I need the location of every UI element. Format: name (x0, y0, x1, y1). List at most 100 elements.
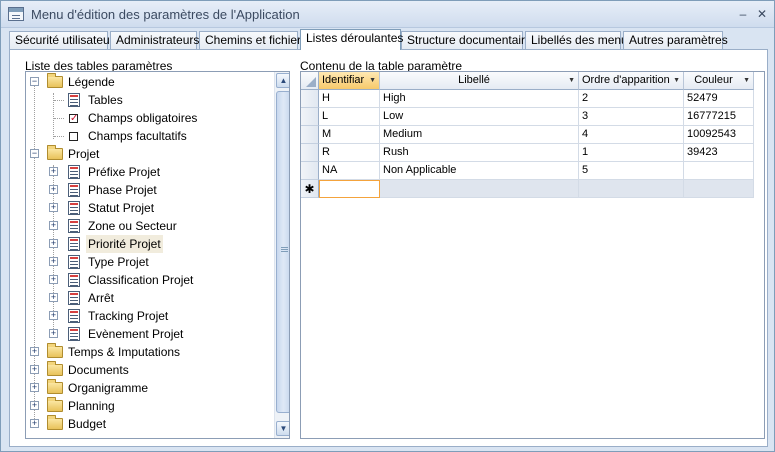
tree-node-documents[interactable]: + Documents (26, 361, 273, 379)
tree-node-organigramme[interactable]: + Organigramme (26, 379, 273, 397)
tree-node-temps-imputations[interactable]: + Temps & Imputations (26, 343, 273, 361)
scroll-thumb[interactable] (276, 91, 289, 413)
tree-node-phase-projet[interactable]: + Phase Projet (26, 181, 273, 199)
parameter-tables-tree[interactable]: − Légende Tables ✓ Champs obligatoires C… (25, 71, 290, 439)
tree-content: − Légende Tables ✓ Champs obligatoires C… (26, 72, 273, 438)
cell-identifiant[interactable]: M (319, 126, 380, 144)
cell-libelle[interactable]: Non Applicable (380, 162, 579, 180)
cell-ordre[interactable]: 3 (579, 108, 684, 126)
dropdown-arrow-icon[interactable]: ▼ (743, 72, 750, 89)
tree-node-champs-facultatifs[interactable]: Champs facultatifs (26, 127, 273, 145)
tree-node-legende[interactable]: − Légende (26, 73, 273, 91)
tab-libelles-des-menus[interactable]: Libellés des menus (525, 31, 634, 50)
tree-node-planning[interactable]: + Planning (26, 397, 273, 415)
tab-autres-parametres[interactable]: Autres paramètres (623, 31, 728, 50)
new-cell-identifiant[interactable] (319, 180, 380, 198)
row-selector[interactable] (301, 108, 319, 126)
column-header-ordre[interactable]: Ordre d'apparition ▼ (579, 72, 684, 90)
tab-chemins-et-fichiers[interactable]: Chemins et fichiers (199, 31, 307, 50)
cell-identifiant[interactable]: H (319, 90, 380, 108)
expand-toggle[interactable]: + (30, 347, 39, 356)
tree-node-evenement-projet[interactable]: + Evènement Projet (26, 325, 273, 343)
cell-ordre[interactable]: 4 (579, 126, 684, 144)
expand-toggle[interactable]: + (49, 275, 58, 284)
expand-toggle[interactable]: + (49, 203, 58, 212)
tree-node-budget[interactable]: + Budget (26, 415, 273, 433)
cell-couleur[interactable]: 39423 (684, 144, 754, 162)
column-header-libelle[interactable]: Libellé ▼ (380, 72, 579, 90)
expand-toggle[interactable]: + (30, 419, 39, 428)
tree-node-zone-ou-secteur[interactable]: + Zone ou Secteur (26, 217, 273, 235)
cell-libelle[interactable]: High (380, 90, 579, 108)
tree-node-prefixe-projet[interactable]: + Préfixe Projet (26, 163, 273, 181)
minimize-button[interactable]: – (734, 6, 752, 22)
row-selector[interactable] (301, 126, 319, 144)
scroll-up-button[interactable]: ▲ (276, 73, 289, 88)
close-button[interactable]: ✕ (753, 6, 771, 22)
dropdown-arrow-icon[interactable]: ▼ (369, 72, 376, 89)
app-form-icon (8, 7, 24, 21)
tree-node-champs-obligatoires[interactable]: ✓ Champs obligatoires (26, 109, 273, 127)
table-icon (68, 201, 80, 215)
parameter-datasheet[interactable]: Identifiar ▼ Libellé ▼ Ordre d'apparitio… (300, 71, 765, 439)
new-cell-couleur[interactable] (684, 180, 754, 198)
cell-libelle[interactable]: Low (380, 108, 579, 126)
new-record-marker[interactable]: ✱ (301, 180, 319, 198)
tree-node-priorite-projet[interactable]: + Priorité Projet (26, 235, 273, 253)
tab-panel-listes-deroulantes: Liste des tables paramètres Contenu de l… (9, 49, 768, 447)
expand-toggle[interactable]: + (49, 311, 58, 320)
expand-toggle[interactable]: + (49, 185, 58, 194)
dropdown-arrow-icon[interactable]: ▼ (673, 72, 680, 89)
expand-toggle[interactable]: + (49, 329, 58, 338)
new-cell-ordre[interactable] (579, 180, 684, 198)
column-header-couleur[interactable]: Couleur ▼ (684, 72, 754, 90)
cell-ordre[interactable]: 5 (579, 162, 684, 180)
cell-couleur[interactable]: 52479 (684, 90, 754, 108)
cell-couleur[interactable]: 10092543 (684, 126, 754, 144)
row-selector[interactable] (301, 90, 319, 108)
tree-node-arret[interactable]: + Arrêt (26, 289, 273, 307)
cell-ordre[interactable]: 2 (579, 90, 684, 108)
expand-toggle[interactable]: + (49, 167, 58, 176)
collapse-toggle[interactable]: − (30, 77, 39, 86)
cell-libelle[interactable]: Rush (380, 144, 579, 162)
tab-structure-documentaire[interactable]: Structure documentaire (401, 31, 532, 50)
new-cell-libelle[interactable] (380, 180, 579, 198)
tree-node-classification-projet[interactable]: + Classification Projet (26, 271, 273, 289)
tab-securite-utilisateur[interactable]: Sécurité utilisateur (9, 31, 114, 50)
column-header-identifiant[interactable]: Identifiar ▼ (319, 72, 380, 90)
expand-toggle[interactable]: + (30, 383, 39, 392)
title-bar[interactable]: Menu d'édition des paramètres de l'Appli… (1, 1, 774, 28)
tab-listes-deroulantes[interactable]: Listes déroulantes (300, 29, 403, 51)
expand-toggle[interactable]: + (49, 257, 58, 266)
tree-node-statut-projet[interactable]: + Statut Projet (26, 199, 273, 217)
tree-node-tables[interactable]: Tables (26, 91, 273, 109)
tree-vertical-scrollbar[interactable]: ▲ ▼ (274, 72, 289, 438)
cell-couleur[interactable] (684, 162, 754, 180)
cell-ordre[interactable]: 1 (579, 144, 684, 162)
expand-toggle[interactable]: + (49, 239, 58, 248)
table-icon (68, 327, 80, 341)
folder-closed-icon (47, 397, 63, 412)
select-all-corner[interactable] (301, 72, 319, 90)
expand-toggle[interactable]: + (30, 365, 39, 374)
cell-libelle[interactable]: Medium (380, 126, 579, 144)
row-selector[interactable] (301, 162, 319, 180)
expand-toggle[interactable]: + (49, 221, 58, 230)
tree-node-tracking-projet[interactable]: + Tracking Projet (26, 307, 273, 325)
tree-node-projet[interactable]: − Projet (26, 145, 273, 163)
dropdown-arrow-icon[interactable]: ▼ (568, 72, 575, 89)
collapse-toggle[interactable]: − (30, 149, 39, 158)
expand-toggle[interactable]: + (30, 401, 39, 410)
table-icon (68, 237, 80, 251)
scroll-down-button[interactable]: ▼ (276, 421, 289, 436)
cell-identifiant[interactable]: L (319, 108, 380, 126)
tree-node-label: Champs facultatifs (88, 129, 187, 143)
row-selector[interactable] (301, 144, 319, 162)
expand-toggle[interactable]: + (49, 293, 58, 302)
cell-identifiant[interactable]: R (319, 144, 380, 162)
cell-couleur[interactable]: 16777215 (684, 108, 754, 126)
tree-node-type-projet[interactable]: + Type Projet (26, 253, 273, 271)
cell-identifiant[interactable]: NA (319, 162, 380, 180)
tab-administrateurs[interactable]: Administrateurs (110, 31, 199, 50)
